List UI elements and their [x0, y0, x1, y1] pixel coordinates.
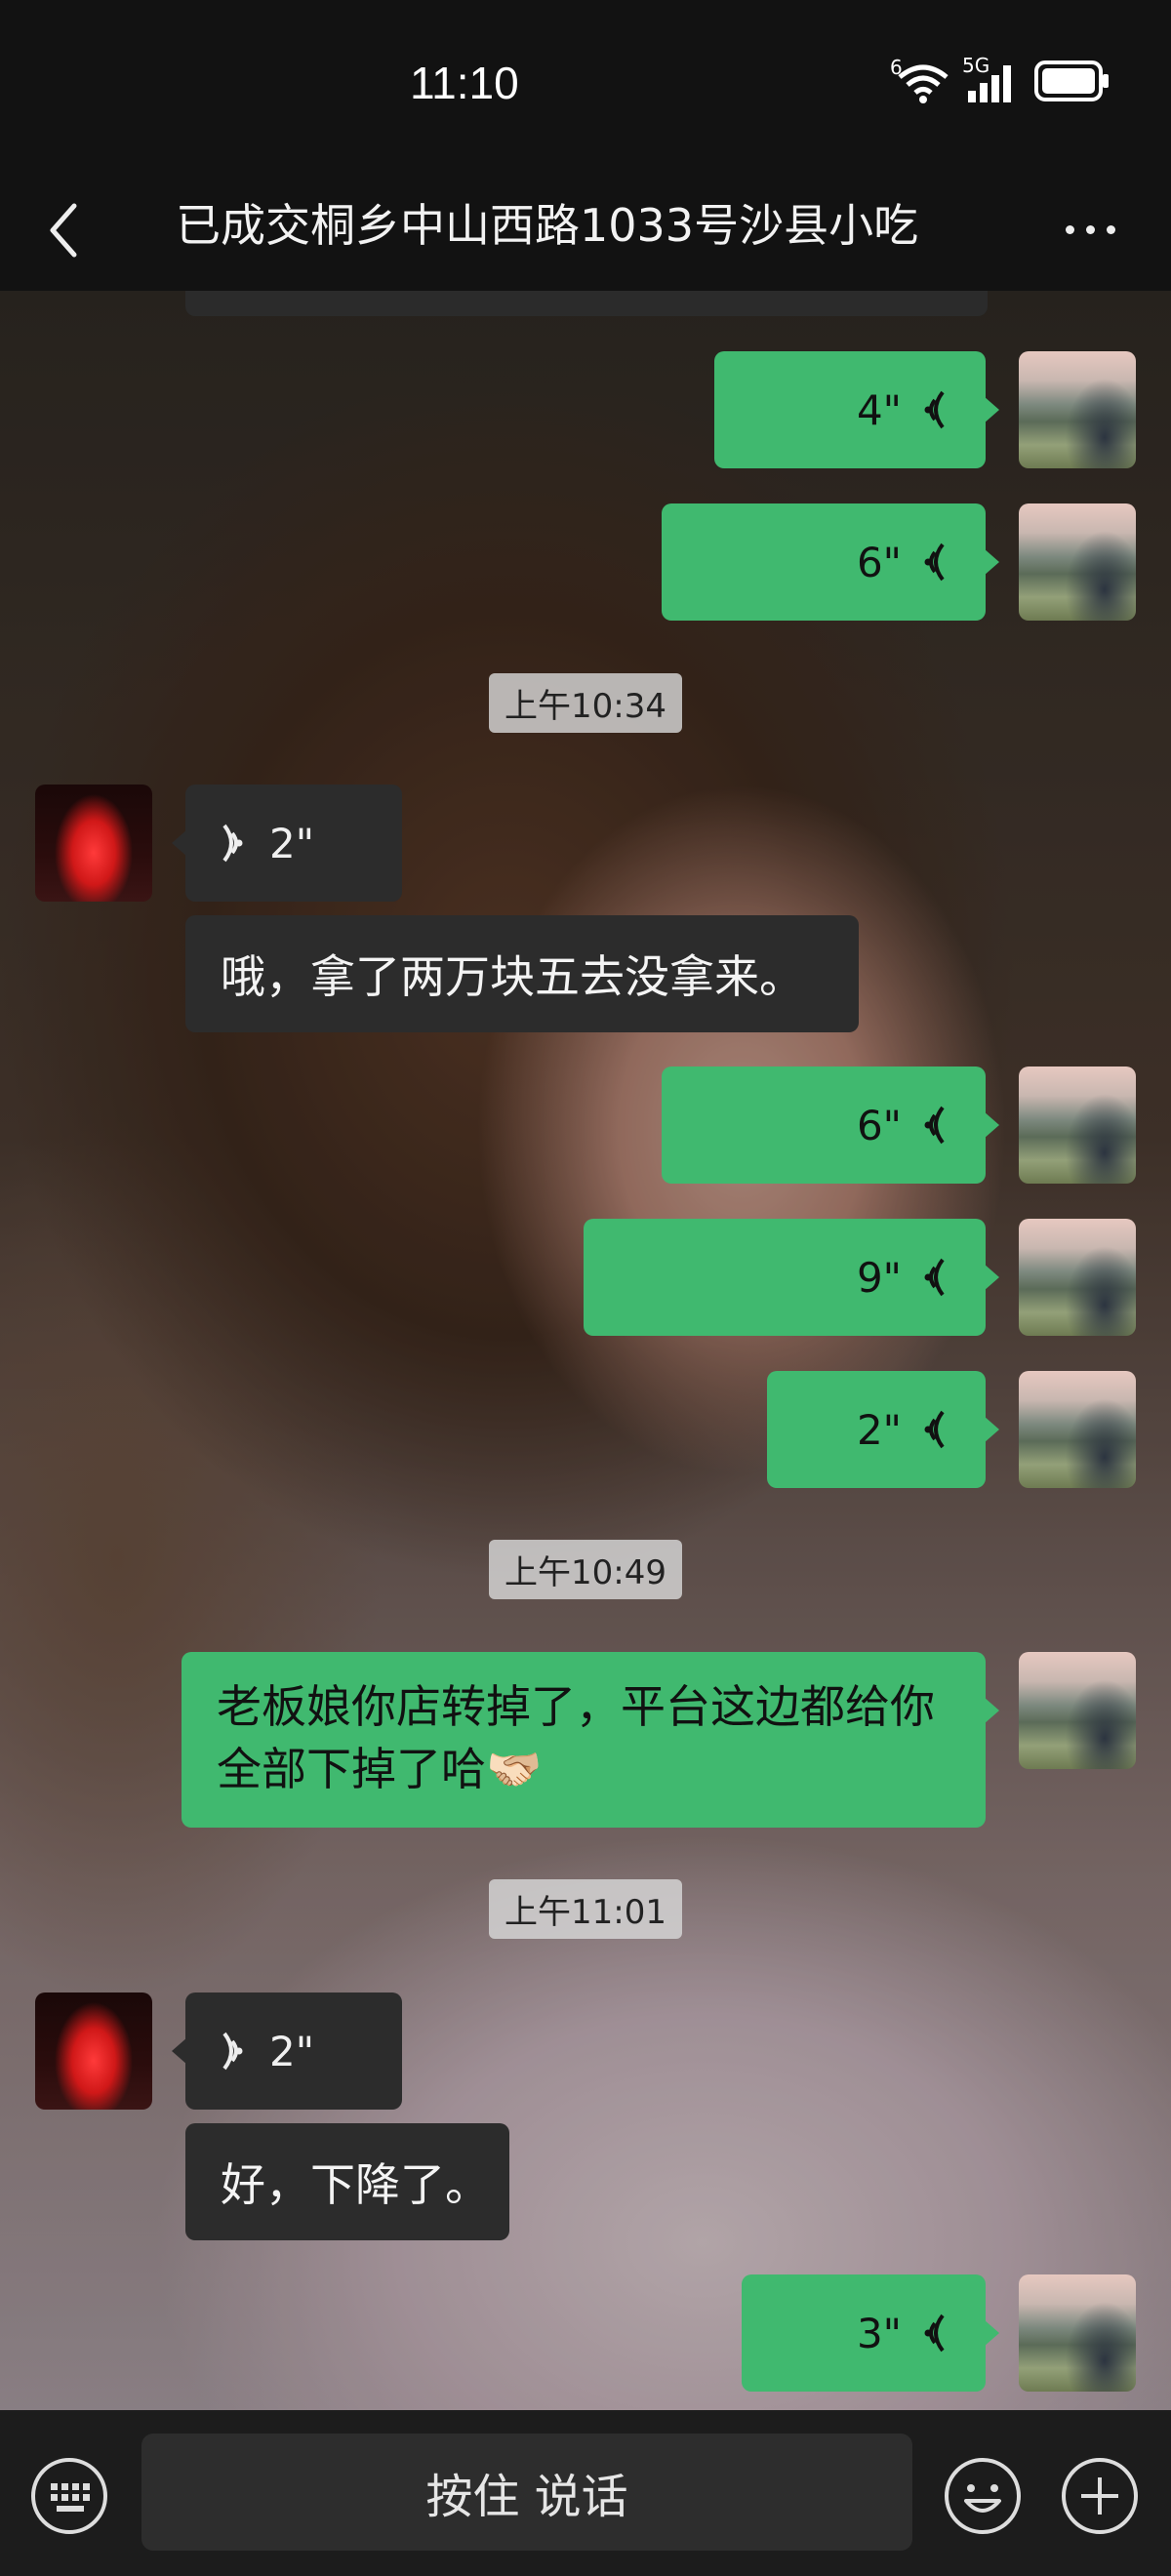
voice-icon — [924, 543, 945, 582]
chat-header: 已成交桐乡中山西路1033号沙县小吃 — [0, 171, 1171, 291]
timestamp: 上午11:01 — [0, 1879, 1171, 1939]
voice-icon — [924, 390, 945, 429]
signal-label: 5G — [962, 54, 990, 77]
voice-icon — [924, 1258, 945, 1297]
more-button[interactable] — [1066, 220, 1124, 239]
battery-icon — [1034, 60, 1110, 105]
timestamp-label: 上午11:01 — [489, 1879, 682, 1939]
voice-icon — [924, 1410, 945, 1449]
timestamp: 上午10:49 — [0, 1540, 1171, 1599]
back-button[interactable] — [45, 196, 84, 264]
voice-message[interactable]: 2" — [172, 1992, 402, 2110]
text-message[interactable]: 哦，拿了两万块五去没拿来。 — [185, 915, 859, 1032]
timestamp: 上午10:34 — [0, 673, 1171, 733]
voice-message[interactable]: 3" — [742, 2274, 999, 2392]
avatar[interactable] — [1019, 1219, 1136, 1336]
avatar[interactable] — [1019, 503, 1136, 621]
voice-icon — [222, 824, 243, 863]
timestamp-label: 上午10:49 — [489, 1540, 682, 1599]
avatar[interactable] — [1019, 1652, 1136, 1769]
status-time: 11:10 — [410, 58, 519, 108]
wifi-label: 6 — [890, 56, 903, 79]
voice-message[interactable]: 2" — [172, 785, 402, 902]
avatar[interactable] — [35, 785, 152, 902]
more-functions-button[interactable] — [1060, 2456, 1140, 2536]
wifi-icon: 6 — [890, 56, 950, 104]
more-icon-dot — [1107, 224, 1115, 234]
voice-message[interactable]: 9" — [584, 1219, 999, 1336]
timestamp-label: 上午10:34 — [489, 673, 682, 733]
text-message[interactable]: 老板娘你店转掉了，平台这边都给你全部下掉了哈🫱🏻‍🫲🏼 — [182, 1652, 999, 1828]
back-icon — [50, 203, 77, 258]
emoji-icon — [945, 2458, 1021, 2534]
input-bar: 按住 说话 — [0, 2410, 1171, 2576]
text-message[interactable]: 好，下降了。 — [185, 2123, 509, 2240]
more-icon-dot — [1066, 224, 1074, 234]
avatar[interactable] — [1019, 351, 1136, 468]
partial-message — [185, 291, 988, 316]
background-dim — [0, 291, 1171, 2410]
voice-duration: 6" — [856, 1101, 902, 1149]
voice-duration: 2" — [269, 819, 315, 867]
voice-message[interactable]: 6" — [662, 1067, 999, 1184]
plus-icon — [1062, 2458, 1138, 2534]
keyboard-button[interactable] — [29, 2456, 109, 2536]
voice-icon — [924, 2314, 945, 2353]
voice-icon — [222, 2032, 243, 2071]
avatar[interactable] — [35, 1992, 152, 2110]
cell-signal-icon: 5G — [962, 54, 1019, 104]
voice-duration: 4" — [856, 385, 902, 434]
voice-duration: 3" — [856, 2309, 902, 2357]
status-icons: 6 5G — [890, 54, 1110, 105]
emoji-button[interactable] — [943, 2456, 1023, 2536]
avatar[interactable] — [1019, 1371, 1136, 1488]
more-icon-dot — [1086, 224, 1095, 234]
voice-duration: 2" — [269, 2027, 315, 2075]
chat-title: 已成交桐乡中山西路1033号沙县小吃 — [176, 199, 919, 252]
status-bar: 11:10 6 5G — [0, 0, 1171, 171]
voice-duration: 6" — [856, 538, 902, 586]
voice-duration: 9" — [856, 1253, 902, 1302]
hold-to-talk-button[interactable]: 按住 说话 — [141, 2434, 912, 2551]
voice-icon — [924, 1106, 945, 1145]
voice-message[interactable]: 2" — [767, 1371, 999, 1488]
voice-message[interactable]: 4" — [714, 351, 999, 468]
voice-duration: 2" — [856, 1405, 902, 1454]
voice-message[interactable]: 6" — [662, 503, 999, 621]
avatar[interactable] — [1019, 2274, 1136, 2392]
avatar[interactable] — [1019, 1067, 1136, 1184]
keyboard-icon — [31, 2458, 107, 2534]
